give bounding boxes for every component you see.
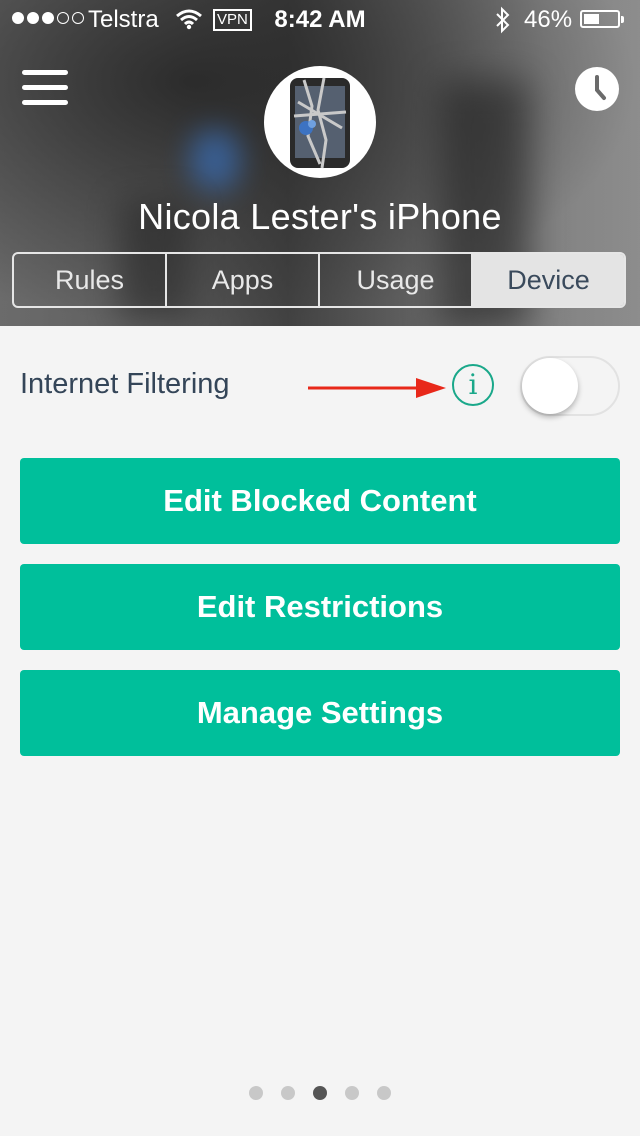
page-indicator	[0, 1086, 640, 1100]
bluetooth-icon	[494, 6, 512, 41]
toggle-knob	[522, 358, 578, 414]
device-avatar	[264, 66, 376, 178]
page-dot	[377, 1086, 391, 1100]
internet-filtering-toggle[interactable]	[520, 356, 620, 416]
page-dot	[313, 1086, 327, 1100]
page-dot	[249, 1086, 263, 1100]
battery-icon	[580, 10, 624, 28]
status-bar: Telstra VPN 8:42 AM 46%	[0, 0, 640, 40]
clock-icon[interactable]	[575, 67, 619, 111]
manage-settings-button[interactable]: Manage Settings	[20, 670, 620, 756]
tab-device[interactable]: Device	[473, 254, 624, 306]
page-dot	[281, 1086, 295, 1100]
battery-percentage: 46%	[524, 6, 573, 33]
tab-apps[interactable]: Apps	[167, 254, 320, 306]
red-arrow-icon	[308, 374, 448, 403]
device-name: Nicola Lester's iPhone	[138, 196, 502, 237]
edit-blocked-content-button[interactable]: Edit Blocked Content	[20, 458, 620, 544]
info-icon[interactable]: i	[452, 364, 494, 406]
tab-usage[interactable]: Usage	[320, 254, 473, 306]
device-tabs: Rules Apps Usage Device	[12, 252, 626, 308]
hamburger-menu-icon[interactable]	[22, 70, 68, 106]
page-dot	[345, 1086, 359, 1100]
tab-rules[interactable]: Rules	[14, 254, 167, 306]
internet-filtering-row: Internet Filtering i	[20, 356, 620, 416]
edit-restrictions-button[interactable]: Edit Restrictions	[20, 564, 620, 650]
internet-filtering-label: Internet Filtering	[20, 368, 230, 400]
